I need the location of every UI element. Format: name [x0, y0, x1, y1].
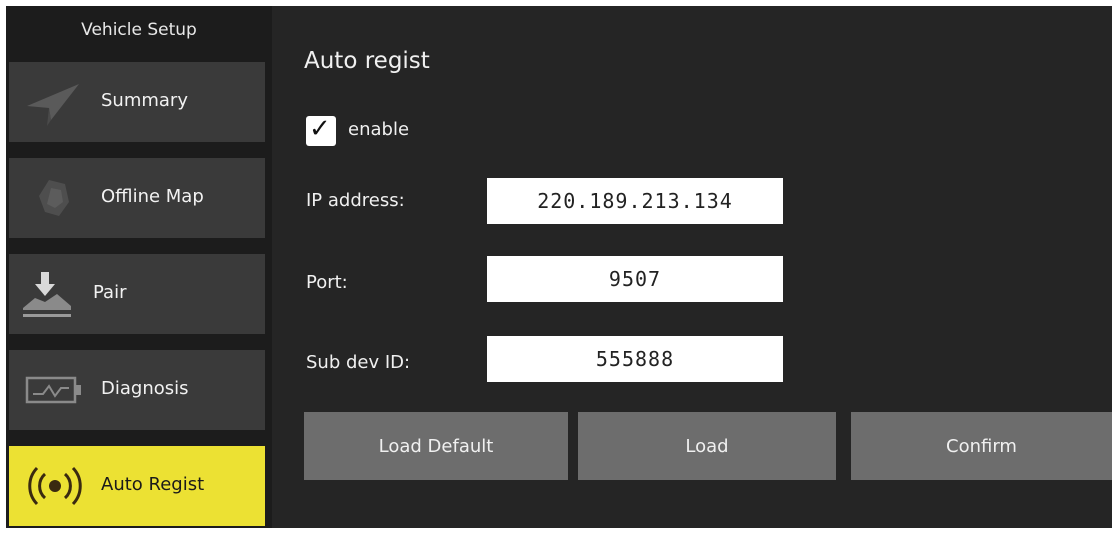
confirm-button[interactable]: Confirm — [851, 412, 1112, 480]
sidebar-item-pair[interactable]: Pair — [9, 254, 265, 334]
battery-pulse-icon — [25, 376, 81, 404]
sidebar-item-label: Summary — [101, 90, 188, 111]
paper-plane-icon — [27, 84, 79, 126]
ip-address-field[interactable] — [487, 178, 783, 224]
sidebar: Vehicle Setup Summary Offline Map Pair D… — [6, 6, 272, 528]
load-default-button[interactable]: Load Default — [304, 412, 568, 480]
enable-label: enable — [348, 119, 410, 140]
app-window: Vehicle Setup Summary Offline Map Pair D… — [6, 6, 1112, 528]
sidebar-title: Vehicle Setup — [81, 20, 197, 40]
radio-signal-icon — [28, 466, 82, 506]
sidebar-item-auto-regist[interactable]: Auto Regist — [9, 446, 265, 526]
sub-dev-id-label: Sub dev ID: — [306, 352, 411, 373]
page-title: Auto regist — [304, 48, 430, 74]
port-field[interactable] — [487, 256, 783, 302]
sidebar-item-offline-map[interactable]: Offline Map — [9, 158, 265, 238]
map-icon — [39, 180, 69, 216]
ip-address-label: IP address: — [306, 190, 405, 211]
enable-checkbox[interactable]: ✓ — [306, 114, 336, 146]
sidebar-item-summary[interactable]: Summary — [9, 62, 265, 142]
port-label: Port: — [306, 272, 348, 293]
sidebar-item-label: Pair — [93, 282, 127, 303]
load-button[interactable]: Load — [578, 412, 836, 480]
download-pair-icon — [23, 272, 71, 317]
sidebar-item-diagnosis[interactable]: Diagnosis — [9, 350, 265, 430]
sub-dev-id-field[interactable] — [487, 336, 783, 382]
check-icon: ✓ — [309, 114, 331, 144]
sidebar-item-label: Diagnosis — [101, 378, 189, 399]
sidebar-item-label: Auto Regist — [101, 474, 205, 495]
sidebar-item-label: Offline Map — [101, 186, 204, 207]
